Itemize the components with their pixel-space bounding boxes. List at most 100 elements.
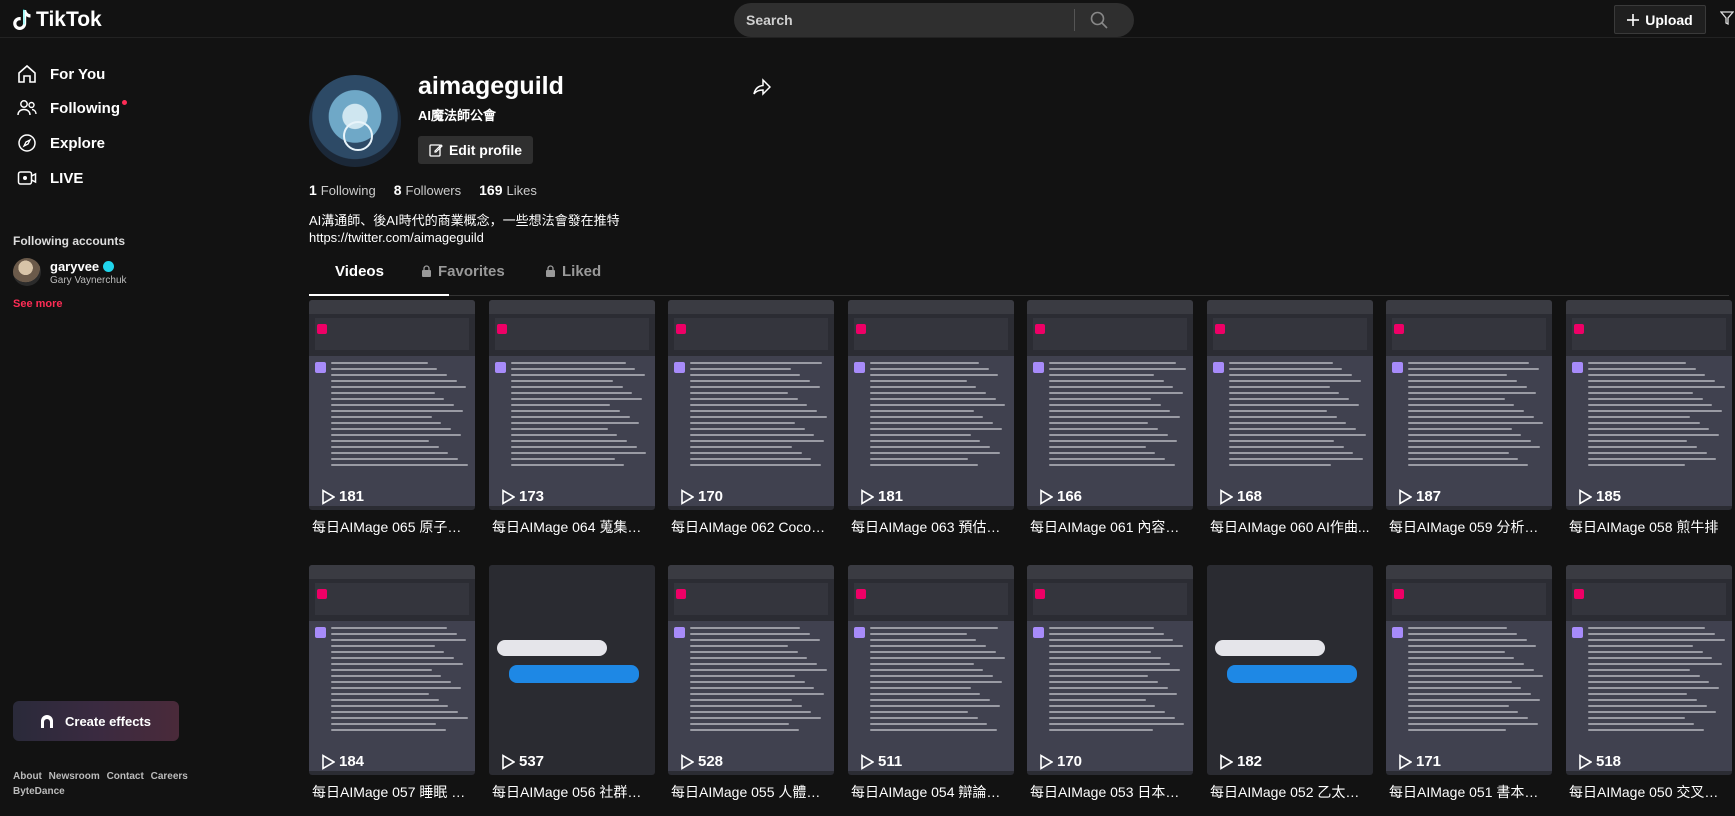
edit-profile-button[interactable]: Edit profile <box>418 136 533 164</box>
view-count-value: 168 <box>1237 488 1263 505</box>
video-card[interactable]: 168 每日AIMage 060 AI作曲... <box>1207 300 1373 535</box>
stat-following[interactable]: 1 Following <box>309 182 376 198</box>
video-title[interactable]: 每日AIMage 054 辯論邏... <box>851 782 1011 802</box>
footer-link-about[interactable]: About <box>13 771 42 782</box>
share-button[interactable] <box>753 78 772 101</box>
video-title[interactable]: 每日AIMage 060 AI作曲... <box>1210 517 1370 537</box>
tiktok-logo[interactable]: TikTok <box>12 8 102 32</box>
nav-for-you[interactable]: For You <box>16 63 105 85</box>
video-card[interactable]: 182 每日AIMage 052 乙太幣v... <box>1207 565 1373 800</box>
view-count-value: 170 <box>1057 753 1083 770</box>
play-icon <box>1399 753 1412 770</box>
tab-videos[interactable]: Videos <box>335 263 384 280</box>
live-icon <box>16 167 38 189</box>
footer-link-bytedance[interactable]: ByteDance <box>13 786 65 797</box>
bio-link[interactable]: https://twitter.com/aimageguild <box>309 229 620 246</box>
video-title[interactable]: 每日AIMage 051 書本大小... <box>1389 782 1549 802</box>
inbox-button[interactable] <box>1719 10 1735 31</box>
video-card[interactable]: 185 每日AIMage 058 煎牛排 <box>1566 300 1732 535</box>
video-title[interactable]: 每日AIMage 050 交叉辯... <box>1569 782 1729 802</box>
view-count: 181 <box>321 488 364 505</box>
view-count: 166 <box>1039 488 1082 505</box>
footer-link-newsroom[interactable]: Newsroom <box>49 771 100 782</box>
video-card[interactable]: 518 每日AIMage 050 交叉辯... <box>1566 565 1732 800</box>
video-title[interactable]: 每日AIMage 052 乙太幣v... <box>1210 782 1370 802</box>
chatgpt-icon <box>1572 362 1583 373</box>
video-title[interactable]: 每日AIMage 059 分析唐... <box>1389 517 1549 537</box>
video-title[interactable]: 每日AIMage 057 睡眠 風... <box>312 782 472 802</box>
video-card[interactable]: 173 每日AIMage 064 蒐集問卷 <box>489 300 655 535</box>
view-count-value: 537 <box>519 753 545 770</box>
video-card[interactable]: 187 每日AIMage 059 分析唐... <box>1386 300 1552 535</box>
account-subtitle: Gary Vaynerchuk <box>50 274 127 286</box>
search-button[interactable] <box>1075 11 1123 29</box>
chatgpt-icon <box>1033 362 1044 373</box>
chatgpt-icon <box>1033 627 1044 638</box>
chatgpt-icon <box>1572 627 1583 638</box>
video-card[interactable]: 170 每日AIMage 062 Cocos2... <box>668 300 834 535</box>
video-card[interactable]: 511 每日AIMage 054 辯論邏... <box>848 565 1014 800</box>
video-title[interactable]: 每日AIMage 064 蒐集問卷 <box>492 517 652 537</box>
video-title[interactable]: 每日AIMage 053 日本麻... <box>1030 782 1190 802</box>
video-card[interactable]: 171 每日AIMage 051 書本大小... <box>1386 565 1552 800</box>
video-thumbnail: 185 <box>1566 300 1732 510</box>
chatgpt-icon <box>1392 362 1403 373</box>
lock-icon <box>546 265 555 277</box>
footer-link-careers[interactable]: Careers <box>151 771 188 782</box>
create-effects-button[interactable]: Create effects <box>13 701 179 741</box>
user-icon <box>676 324 686 334</box>
tiktok-logo-icon <box>13 9 31 30</box>
nav-live[interactable]: LIVE <box>16 167 83 189</box>
video-card[interactable]: 170 每日AIMage 053 日本麻... <box>1027 565 1193 800</box>
video-card[interactable]: 184 每日AIMage 057 睡眠 風... <box>309 565 475 800</box>
video-title[interactable]: 每日AIMage 061 內容創作... <box>1030 517 1190 537</box>
video-card[interactable]: 166 每日AIMage 061 內容創作... <box>1027 300 1193 535</box>
user-icon <box>1394 589 1404 599</box>
chatgpt-icon <box>854 627 865 638</box>
edit-profile-label: Edit profile <box>448 142 523 158</box>
thumbnail-text-lines <box>690 362 828 470</box>
video-title[interactable]: 每日AIMage 058 煎牛排 <box>1569 517 1729 537</box>
thumbnail-header <box>848 300 1014 314</box>
nav-explore[interactable]: Explore <box>16 132 105 154</box>
thumbnail-text-lines <box>331 362 469 470</box>
tab-label: Favorites <box>438 263 505 280</box>
profile-stats: 1 Following 8 Followers 169 Likes <box>309 182 537 198</box>
view-count: 537 <box>501 753 544 770</box>
filter-icon <box>1719 11 1735 26</box>
video-card[interactable]: 181 每日AIMage 065 原子彈... <box>309 300 475 535</box>
account-garyvee[interactable]: garyvee Gary Vaynerchuk <box>13 258 127 286</box>
video-thumbnail: 168 <box>1207 300 1373 510</box>
thumbnail-question <box>315 583 469 615</box>
video-title[interactable]: 每日AIMage 055 人體工... <box>671 782 831 802</box>
user-icon <box>497 324 507 334</box>
bio-text: AI溝通師、後AI時代的商業概念，一些想法會發在推特 <box>309 213 620 228</box>
thumbnail-question <box>674 318 828 350</box>
view-count-value: 170 <box>698 488 724 505</box>
play-icon <box>681 753 694 770</box>
thumbnail-header <box>1386 565 1552 579</box>
play-icon <box>1220 488 1233 505</box>
nav-following[interactable]: Following <box>16 97 137 119</box>
stat-followers[interactable]: 8 Followers <box>394 182 461 198</box>
video-title[interactable]: 每日AIMage 062 Cocos2... <box>671 517 831 537</box>
see-more-link[interactable]: See more <box>13 298 63 310</box>
tab-favorites[interactable]: Favorites <box>421 263 505 280</box>
video-title[interactable]: 每日AIMage 063 預估冰... <box>851 517 1011 537</box>
upload-button[interactable]: Upload <box>1614 5 1706 34</box>
view-count: 170 <box>680 488 723 505</box>
user-icon <box>1035 589 1045 599</box>
play-icon <box>322 753 335 770</box>
video-card[interactable]: 537 每日AIMage 056 社群媒... <box>489 565 655 800</box>
search-input[interactable] <box>734 12 1074 28</box>
video-card[interactable]: 181 每日AIMage 063 預估冰... <box>848 300 1014 535</box>
video-title[interactable]: 每日AIMage 056 社群媒... <box>492 782 652 802</box>
footer-link-contact[interactable]: Contact <box>107 771 144 782</box>
video-card[interactable]: 528 每日AIMage 055 人體工... <box>668 565 834 800</box>
thumbnail-question <box>674 583 828 615</box>
stat-value: 1 <box>309 182 317 198</box>
thumbnail-text-lines <box>331 627 469 735</box>
user-icon <box>1574 324 1584 334</box>
tab-liked[interactable]: Liked <box>545 263 601 280</box>
video-title[interactable]: 每日AIMage 065 原子彈... <box>312 517 472 537</box>
